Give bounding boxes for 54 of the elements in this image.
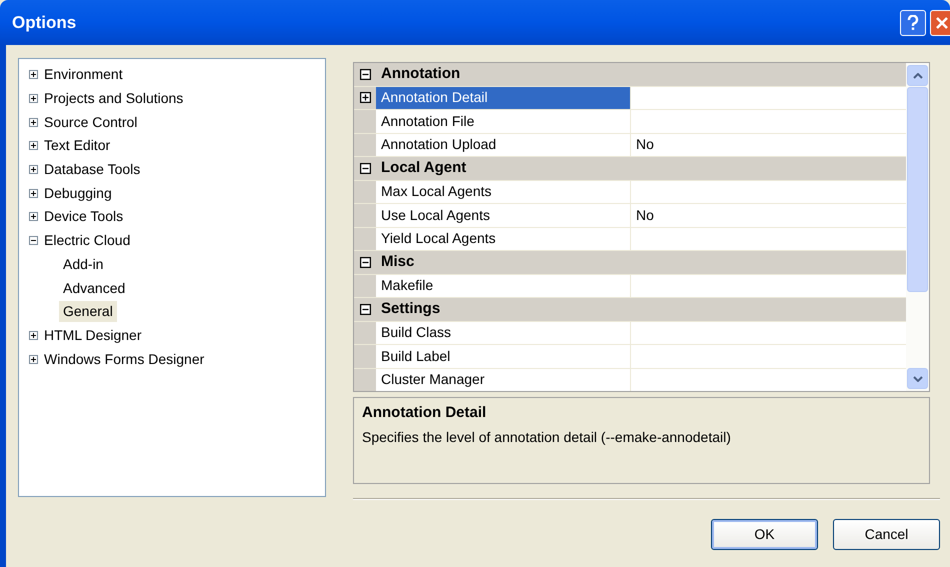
- property-value[interactable]: No: [631, 204, 906, 226]
- dialog-button[interactable]: OK: [711, 519, 818, 550]
- tree-item[interactable]: Database Tools: [42, 159, 142, 180]
- collapse-icon[interactable]: [360, 304, 370, 315]
- tree-item[interactable]: Projects and Solutions: [42, 88, 186, 110]
- close-button[interactable]: [930, 10, 950, 36]
- expand-icon[interactable]: [29, 118, 38, 127]
- tree-item[interactable]: Text Editor: [42, 135, 112, 156]
- tree-item[interactable]: Source Control: [42, 112, 140, 133]
- tree-item[interactable]: Electric Cloud: [42, 230, 132, 252]
- expand-icon[interactable]: [29, 330, 38, 340]
- help-icon: [907, 14, 919, 30]
- property-name[interactable]: Makefile: [376, 274, 631, 297]
- expand-icon[interactable]: [29, 141, 38, 150]
- tree-item[interactable]: HTML Designer: [42, 324, 144, 346]
- property-value[interactable]: No: [631, 134, 906, 156]
- category-label: Annotation: [380, 64, 460, 84]
- property-name[interactable]: Build Class: [376, 322, 631, 344]
- collapse-icon[interactable]: [360, 162, 370, 174]
- category-label: Misc: [380, 252, 414, 272]
- expand-icon[interactable]: [29, 354, 38, 364]
- property-name[interactable]: Yield Local Agents: [376, 228, 631, 250]
- property-name[interactable]: Annotation Upload: [376, 134, 631, 156]
- description-title: Annotation Detail: [362, 403, 488, 423]
- property-name[interactable]: Cluster Manager: [376, 368, 631, 391]
- tree-item[interactable]: Add-in: [59, 254, 108, 275]
- collapse-icon[interactable]: [360, 68, 370, 80]
- property-name[interactable]: Annotation File: [376, 110, 631, 132]
- tree-item[interactable]: Windows Forms Designer: [42, 348, 206, 370]
- property-name[interactable]: Build Label: [376, 345, 631, 368]
- help-button[interactable]: [900, 10, 926, 36]
- window-title: Options: [12, 12, 78, 34]
- dialog-button[interactable]: Cancel: [833, 519, 940, 550]
- collapse-icon[interactable]: [360, 256, 370, 268]
- property-name[interactable]: Use Local Agents: [376, 204, 631, 226]
- scrollbar[interactable]: [906, 63, 929, 391]
- category-label: Local Agent: [380, 158, 466, 178]
- close-icon: [935, 16, 949, 30]
- tree-item[interactable]: Debugging: [42, 182, 114, 204]
- expand-icon[interactable]: [29, 188, 38, 198]
- tree-item[interactable]: Advanced: [59, 278, 130, 299]
- expand-icon[interactable]: [29, 70, 38, 80]
- property-name[interactable]: Annotation Detail: [376, 86, 631, 109]
- expand-icon[interactable]: [29, 212, 38, 222]
- category-label: Settings: [380, 299, 440, 319]
- tree-item[interactable]: Environment: [42, 64, 125, 86]
- expand-icon[interactable]: [29, 165, 38, 174]
- description-text: Specifies the level of annotation detail (--emake-annodetail): [362, 428, 732, 447]
- tree-item[interactable]: Device Tools: [42, 206, 126, 228]
- expand-icon[interactable]: [360, 92, 370, 104]
- tree-item[interactable]: General: [59, 301, 117, 322]
- property-name[interactable]: Max Local Agents: [376, 180, 631, 203]
- expand-icon[interactable]: [29, 94, 38, 104]
- collapse-icon[interactable]: [29, 236, 38, 246]
